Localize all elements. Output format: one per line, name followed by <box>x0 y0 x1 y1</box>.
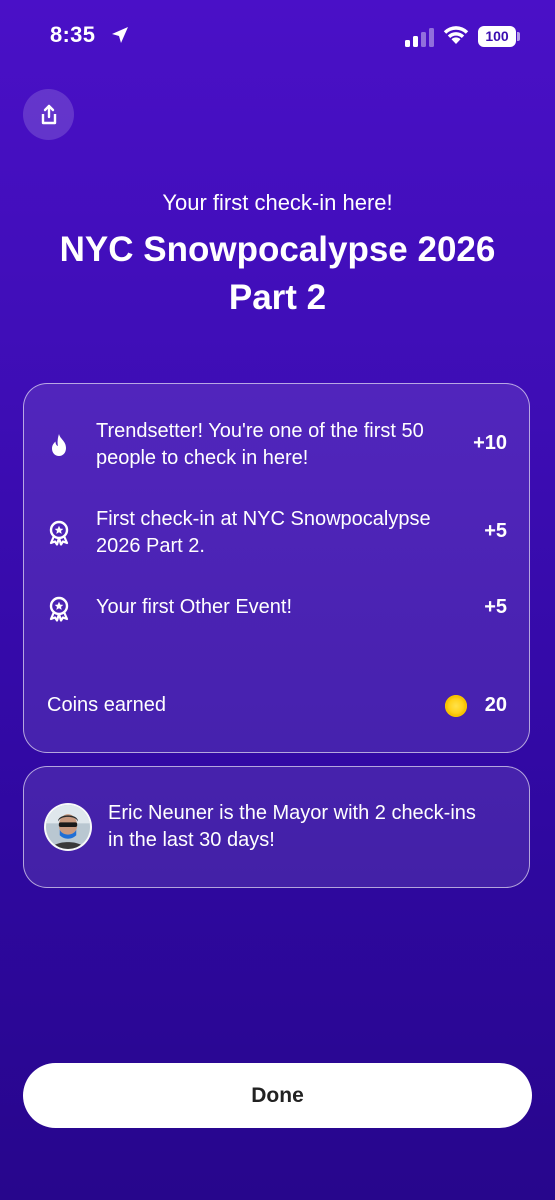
reward-text: First check-in at NYC Snowpocalypse 2026… <box>96 508 431 557</box>
checkin-subtitle: Your first check-in here! <box>162 190 393 215</box>
mayor-text: Eric Neuner is the Mayor with 2 check-in… <box>108 802 476 851</box>
reward-text: Your first Other Event! <box>96 596 293 618</box>
share-icon <box>41 104 56 124</box>
coin-icon <box>445 695 467 717</box>
rewards-card: Trendsetter! You're one of the first 50 … <box>23 383 530 753</box>
reward-points: +5 <box>484 520 507 542</box>
cellular-signal-icon <box>405 28 434 47</box>
reward-points: +10 <box>473 432 507 454</box>
flame-icon <box>52 434 66 456</box>
location-arrow-icon <box>112 27 128 43</box>
battery-nub <box>517 32 520 41</box>
status-time: 8:35 <box>50 22 96 47</box>
user-avatar-icon <box>46 805 90 849</box>
reward-text: Trendsetter! You're one of the first 50 … <box>96 420 424 469</box>
coins-earned-value: 20 <box>484 694 507 716</box>
coins-earned-label: Coins earned <box>47 694 166 716</box>
avatar[interactable] <box>44 803 92 851</box>
reward-points: +5 <box>484 596 507 618</box>
event-title: NYC Snowpocalypse 2026 Part 2 <box>59 230 496 317</box>
badge-ribbon-icon <box>49 596 69 622</box>
battery-indicator: 100 <box>478 26 516 47</box>
done-button[interactable]: Done <box>23 1063 532 1128</box>
status-bar: 8:35 100 <box>0 0 555 70</box>
wifi-icon <box>443 26 469 44</box>
share-button[interactable] <box>23 89 74 140</box>
mayor-card[interactable]: Eric Neuner is the Mayor with 2 check-in… <box>23 766 530 888</box>
badge-ribbon-icon <box>49 520 69 546</box>
